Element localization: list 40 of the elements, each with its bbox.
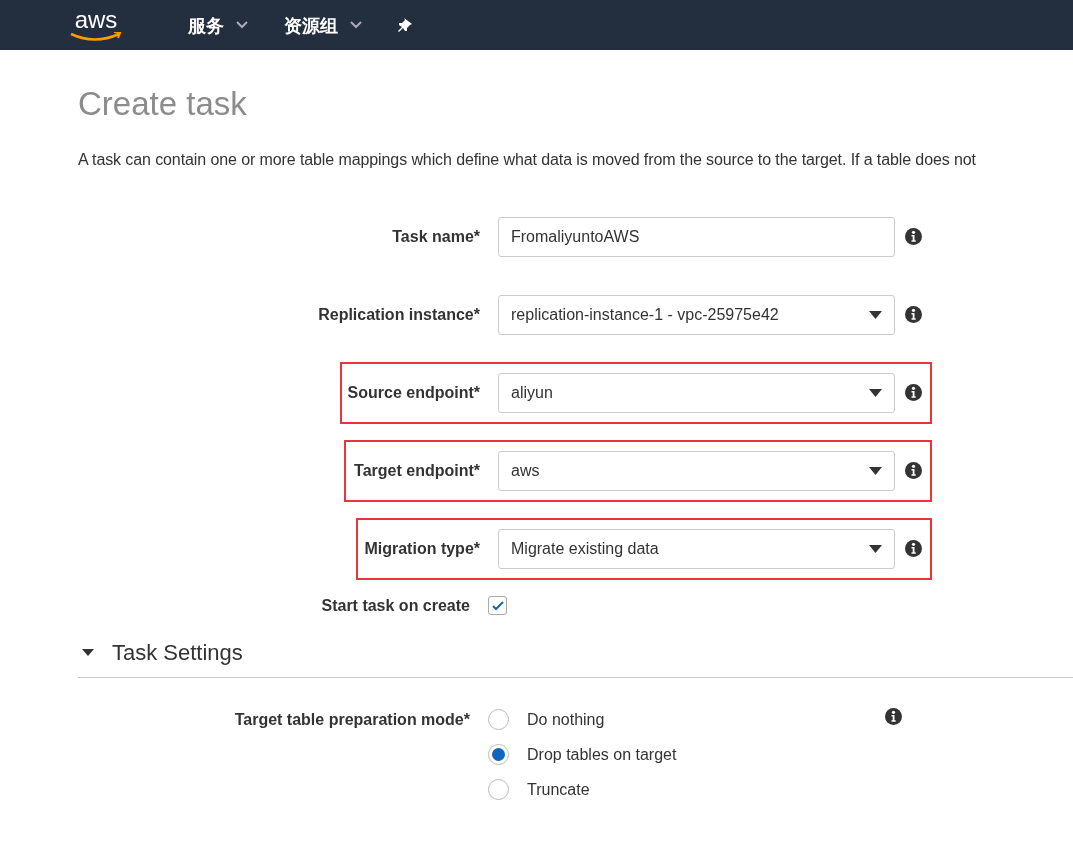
- aws-logo[interactable]: aws: [70, 8, 122, 42]
- radio-option[interactable]: Do nothing: [488, 707, 885, 732]
- radio-option[interactable]: Drop tables on target: [488, 742, 885, 767]
- select-field[interactable]: replication-instance-1 - vpc-25975e42: [498, 294, 895, 335]
- info-icon: [905, 306, 922, 324]
- field-label: Task name*: [392, 226, 480, 247]
- dropdown-arrow-icon: [869, 388, 882, 397]
- caret-down-icon: [82, 648, 94, 656]
- radio-button[interactable]: [488, 744, 509, 766]
- description-text: A task can contain one or more table mappings which define what data is moved from the source to the target. If a table does not: [78, 149, 977, 170]
- field-label: Source endpoint*: [347, 382, 480, 403]
- info-icon: [905, 384, 922, 402]
- field-label: Replication instance*: [318, 304, 480, 325]
- dropdown-arrow-icon: [869, 310, 882, 319]
- field-label: Target table preparation mode*: [233, 709, 470, 730]
- radio-button[interactable]: [488, 779, 509, 801]
- section-toggle[interactable]: Task Settings: [78, 635, 243, 669]
- field-label: Migration type*: [364, 538, 480, 559]
- dropdown-arrow-icon: [869, 466, 882, 475]
- caret-icon: [236, 21, 248, 29]
- radio-option[interactable]: Truncate: [488, 777, 885, 802]
- page-title: Create task: [78, 84, 248, 124]
- checkbox[interactable]: [488, 596, 507, 616]
- select-field[interactable]: Migrate existing data: [498, 528, 895, 569]
- checkbox-label: Start task on create: [320, 595, 470, 616]
- dropdown-arrow-icon: [869, 544, 882, 553]
- info-icon: [905, 462, 922, 480]
- radio-button[interactable]: [488, 709, 509, 731]
- info-icon: [885, 707, 902, 725]
- select-field[interactable]: aliyun: [498, 372, 895, 413]
- nav-menu[interactable]: 资源组: [284, 11, 362, 39]
- checkmark-icon: [491, 600, 504, 611]
- info-icon: [905, 228, 922, 246]
- select-field[interactable]: aws: [498, 450, 895, 491]
- pin-icon[interactable]: [398, 17, 414, 33]
- info-icon: [905, 540, 922, 558]
- field-label: Target endpoint*: [354, 460, 480, 481]
- text-field[interactable]: FromaliyuntoAWS: [498, 216, 895, 257]
- nav-menu[interactable]: 服务: [188, 11, 248, 39]
- caret-icon: [350, 21, 362, 29]
